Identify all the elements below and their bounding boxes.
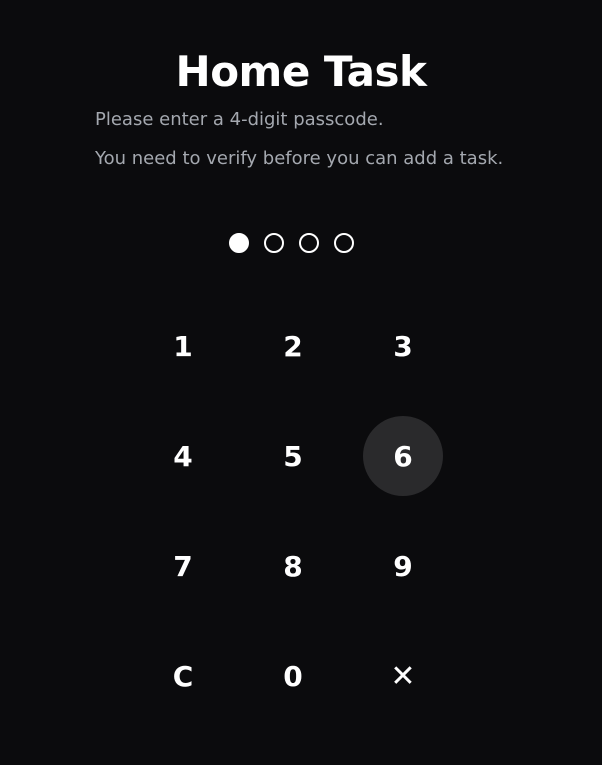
page-title: Home Task [175,47,427,96]
passcode-instruction: Please enter a 4-digit passcode. [95,109,384,130]
passcode-indicator [229,233,354,255]
key-label: 7 [173,549,193,583]
verification-note: You need to verify before you can add a … [95,148,504,169]
key-0[interactable]: 0 [253,636,333,716]
passcode-dot [334,233,354,253]
key-7[interactable]: 7 [143,526,223,606]
key-label: 8 [283,549,303,583]
key-label: 9 [393,549,413,583]
passcode-dot [264,233,284,253]
close-icon: ✕ [390,658,416,694]
key-8[interactable]: 8 [253,526,333,606]
key-5[interactable]: 5 [253,416,333,496]
key-6[interactable]: 6 [363,416,443,496]
key-label: 2 [283,329,303,363]
key-label: 0 [283,659,303,693]
key-1[interactable]: 1 [143,306,223,386]
passcode-dot [229,233,249,253]
key-label: 6 [393,439,413,473]
key-2[interactable]: 2 [253,306,333,386]
key-label: C [172,659,194,693]
key-label: 1 [173,329,193,363]
key-label: 5 [283,439,303,473]
key-label: 4 [173,439,193,473]
key-3[interactable]: 3 [363,306,443,386]
passcode-dot [299,233,319,253]
key-label: 3 [393,329,413,363]
key-9[interactable]: 9 [363,526,443,606]
key-4[interactable]: 4 [143,416,223,496]
delete-button[interactable]: ✕ [363,636,443,716]
clear-button[interactable]: C [143,636,223,716]
